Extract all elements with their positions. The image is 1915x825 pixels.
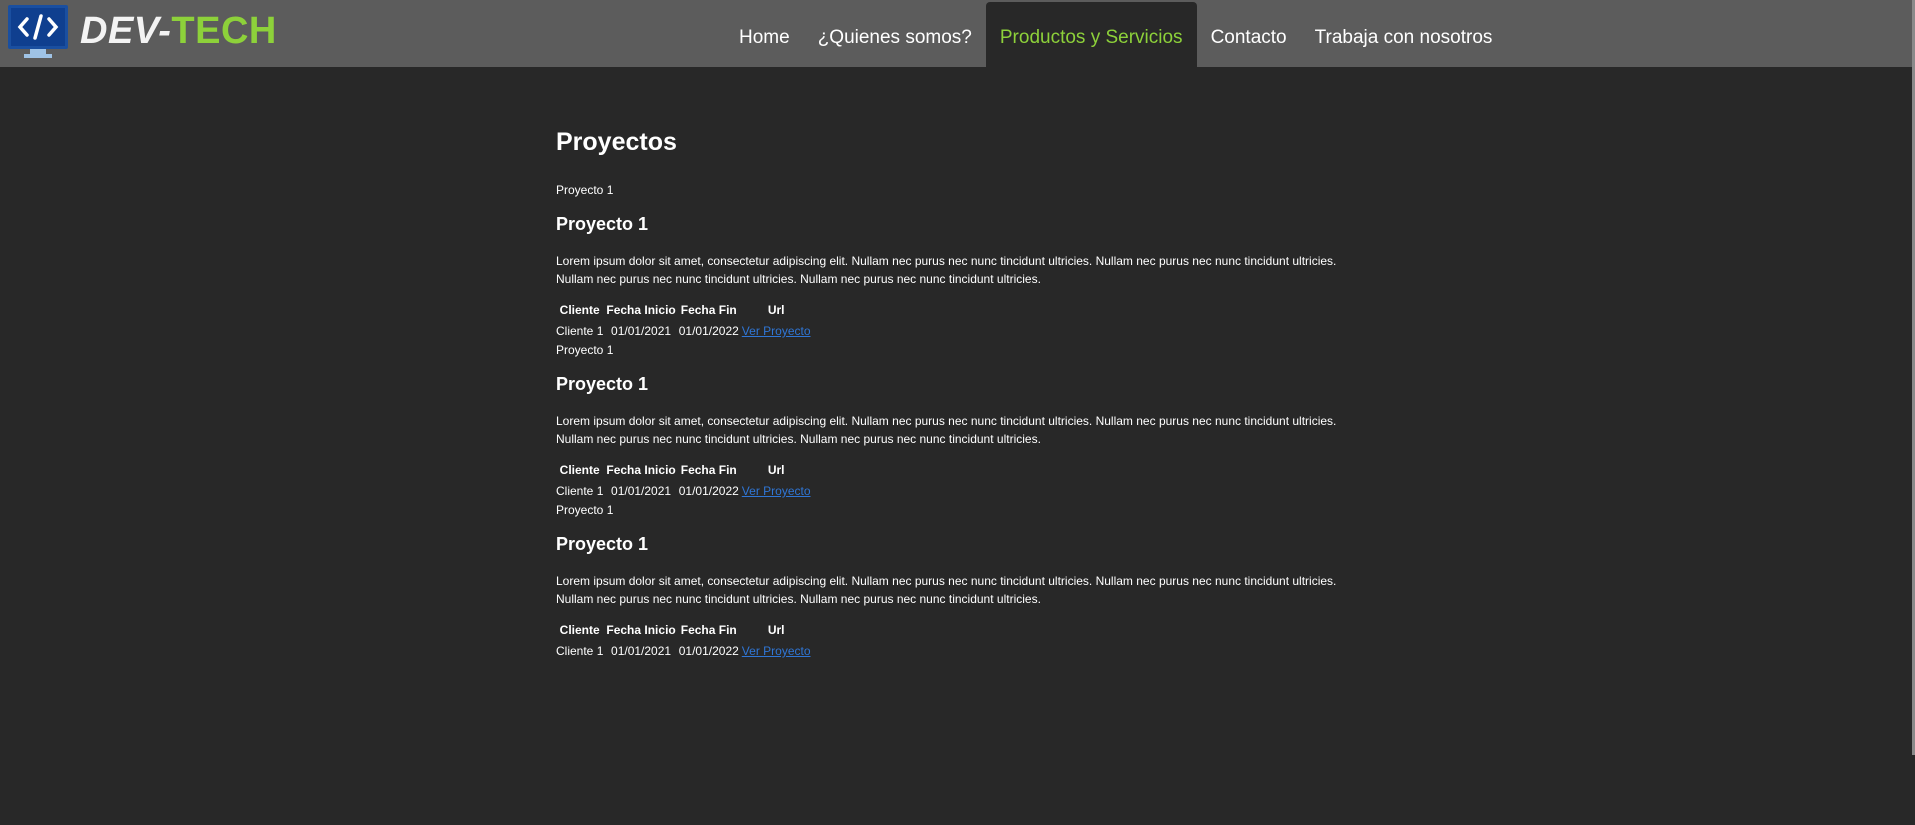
cell-url: Ver Proyecto [742,322,811,340]
table-header-row: Cliente Fecha Inicio Fecha Fin Url [556,301,811,319]
project-table: Cliente Fecha Inicio Fecha Fin Url Clien… [553,458,814,503]
project-heading: Proyecto 1 [556,214,649,234]
header-fecha-inicio: Fecha Inicio [606,303,676,317]
nav-item-home[interactable]: Home [725,0,804,67]
main-content: Proyectos Proyecto 1 Proyecto 1 Lorem ip… [556,110,1376,663]
project-table: Cliente Fecha Inicio Fecha Fin Url Clien… [553,298,814,343]
header-fecha-inicio: Fecha Inicio [606,623,676,637]
page-title: Proyectos [556,128,677,156]
table-header-row: Cliente Fecha Inicio Fecha Fin Url [556,461,811,479]
project-table: Cliente Fecha Inicio Fecha Fin Url Clien… [553,618,814,663]
project-section: Proyecto 1 Proyecto 1 Lorem ipsum dolor … [556,343,1376,503]
header-cliente: Cliente [559,303,600,317]
header-cliente: Cliente [559,463,600,477]
main-nav: Home ¿Quienes somos? Productos y Servici… [725,0,1506,67]
project-label: Proyecto 1 [556,343,614,357]
cell-cliente: Cliente 1 [556,644,604,658]
header-url: Url [767,623,785,637]
table-row: Cliente 1 01/01/2021 01/01/2022 Ver Proy… [556,642,811,660]
project-label: Proyecto 1 [556,503,614,517]
cell-url: Ver Proyecto [742,642,811,660]
cell-fecha-inicio: 01/01/2021 [611,484,672,498]
ver-proyecto-link[interactable]: Ver Proyecto [742,644,811,658]
brand-logo-text[interactable]: DEV-TECH [80,8,277,54]
table-row: Cliente 1 01/01/2021 01/01/2022 Ver Proy… [556,322,811,340]
header-fecha-inicio: Fecha Inicio [606,463,676,477]
header-fecha-fin: Fecha Fin [680,623,737,637]
project-description: Lorem ipsum dolor sit amet, consectetur … [556,254,1337,286]
nav-item-quienes-somos[interactable]: ¿Quienes somos? [804,0,986,67]
project-heading: Proyecto 1 [556,534,649,554]
brand-part-dev: DEV- [80,10,172,52]
cell-fecha-fin: 01/01/2022 [678,324,739,338]
table-header-row: Cliente Fecha Inicio Fecha Fin Url [556,621,811,639]
code-monitor-icon[interactable] [8,5,68,59]
header-url: Url [767,303,785,317]
header-fecha-fin: Fecha Fin [680,303,737,317]
ver-proyecto-link[interactable]: Ver Proyecto [742,324,811,338]
cell-fecha-inicio: 01/01/2021 [611,644,672,658]
cell-cliente: Cliente 1 [556,324,604,338]
project-section: Proyecto 1 Proyecto 1 Lorem ipsum dolor … [556,183,1376,343]
project-description: Lorem ipsum dolor sit amet, consectetur … [556,574,1337,606]
cell-fecha-fin: 01/01/2022 [678,484,739,498]
project-heading: Proyecto 1 [556,374,649,394]
table-row: Cliente 1 01/01/2021 01/01/2022 Ver Proy… [556,482,811,500]
top-navbar: DEV-TECH Home ¿Quienes somos? Productos … [0,0,1915,67]
header-fecha-fin: Fecha Fin [680,463,737,477]
nav-item-productos-servicios[interactable]: Productos y Servicios [985,2,1197,67]
cell-fecha-inicio: 01/01/2021 [611,324,672,338]
brand-part-tech: TECH [171,10,277,52]
project-label: Proyecto 1 [556,183,614,197]
nav-item-contacto[interactable]: Contacto [1197,0,1301,67]
project-description: Lorem ipsum dolor sit amet, consectetur … [556,414,1337,446]
cell-fecha-fin: 01/01/2022 [678,644,739,658]
nav-item-trabaja-con-nosotros[interactable]: Trabaja con nosotros [1301,0,1507,67]
ver-proyecto-link[interactable]: Ver Proyecto [742,484,811,498]
cell-url: Ver Proyecto [742,482,811,500]
header-url: Url [767,463,785,477]
cell-cliente: Cliente 1 [556,484,604,498]
project-section: Proyecto 1 Proyecto 1 Lorem ipsum dolor … [556,503,1376,663]
header-cliente: Cliente [559,623,600,637]
